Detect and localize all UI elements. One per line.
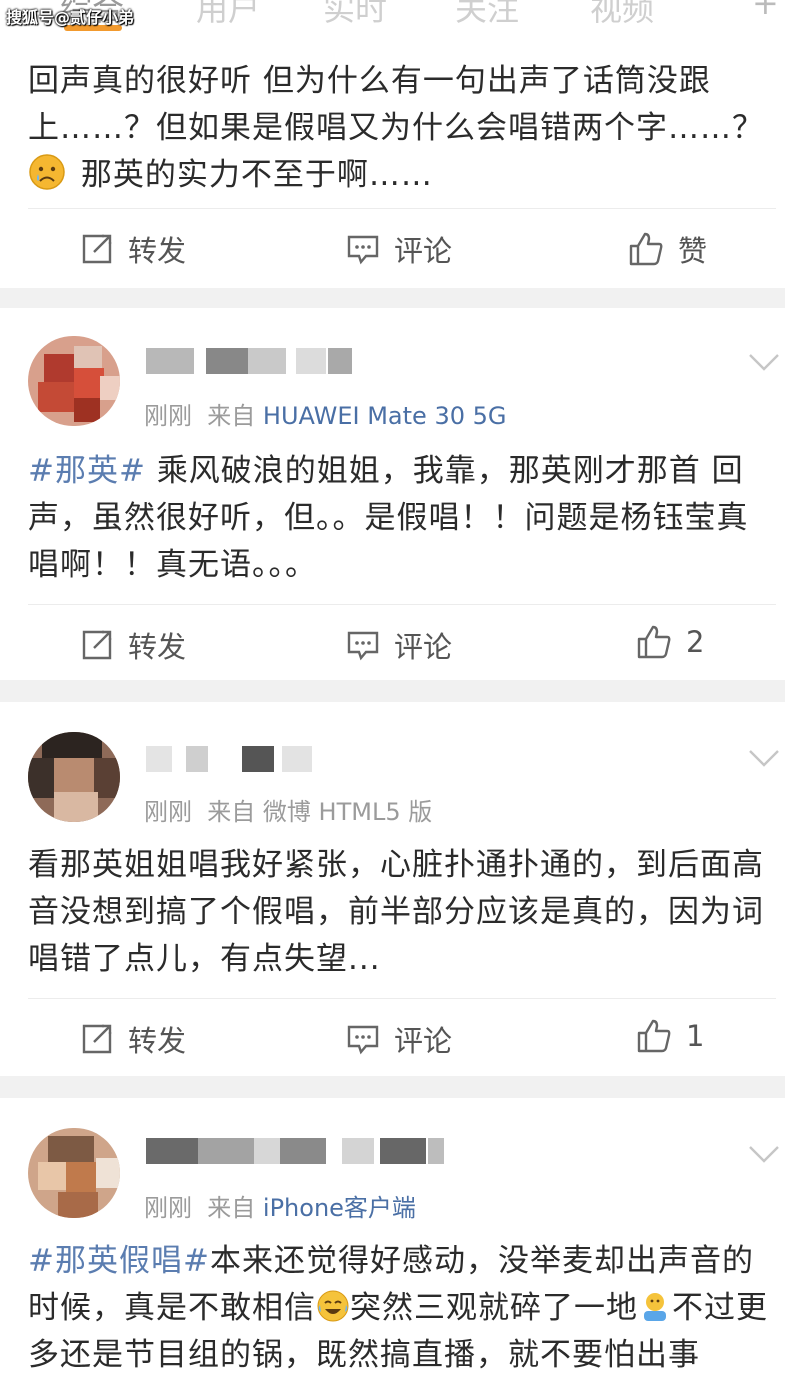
watermark: 搜狐号@贰仔小弟 xyxy=(6,8,135,27)
post-source: 微博 HTML5 版 xyxy=(262,798,433,826)
comment-button[interactable]: 评论 xyxy=(346,228,452,270)
like-button[interactable]: 1 xyxy=(636,1018,704,1054)
username-blurred[interactable] xyxy=(146,746,326,772)
post-time: 刚刚 xyxy=(144,798,192,826)
post-card-2: 刚刚 来自 HUAWEI Mate 30 5G #那英# 乘风破浪的姐姐，我靠，… xyxy=(0,308,785,680)
post-text: #那英假唱#本来还觉得好感动，没举麦却出声音的时候，真是不敢相信 突然三观就碎了… xyxy=(28,1243,768,1373)
source-prefix: 来自 xyxy=(207,402,256,430)
hashtag-link[interactable]: #那英假唱# xyxy=(28,1243,210,1279)
chevron-down-icon[interactable] xyxy=(748,1144,780,1164)
feed-separator xyxy=(0,1076,785,1098)
thumbs-up-icon xyxy=(637,625,671,659)
chevron-down-icon[interactable] xyxy=(748,352,780,372)
post-source: iPhone客户端 xyxy=(262,1194,416,1222)
post-card-1: 回声真的很好听 但为什么有一句出声了话筒没跟上……？但如果是假唱又为什么会唱错两… xyxy=(0,40,785,288)
source-prefix: 来自 xyxy=(207,798,256,826)
tab-following[interactable]: 关注 xyxy=(455,0,519,30)
post-meta: 刚刚 来自 HUAWEI Mate 30 5G xyxy=(144,396,506,431)
tab-users[interactable]: 用户 xyxy=(196,0,260,30)
like-count: 1 xyxy=(686,1019,705,1053)
chevron-down-icon[interactable] xyxy=(748,748,780,768)
comment-label: 评论 xyxy=(394,1024,453,1058)
repost-icon xyxy=(82,630,112,660)
post-text: #那英# 乘风破浪的姐姐，我靠，那英刚才那首 回声，虽然很好听，但。。是假唱！！… xyxy=(28,453,749,583)
avatar[interactable] xyxy=(28,732,120,822)
laughing-crying-emoji-icon xyxy=(316,1289,350,1323)
sad-face-emoji-icon xyxy=(28,153,66,191)
like-label: 赞 xyxy=(678,234,708,268)
hashtag-link[interactable]: #那英# xyxy=(28,453,146,489)
repost-label: 转发 xyxy=(128,1024,187,1058)
feed-separator xyxy=(0,680,785,702)
comment-button[interactable]: 评论 xyxy=(346,624,452,666)
comment-icon xyxy=(347,631,379,661)
repost-button[interactable]: 转发 xyxy=(80,1018,186,1060)
like-button[interactable]: 赞 xyxy=(628,228,707,270)
source-prefix: 来自 xyxy=(207,1194,256,1222)
username-blurred[interactable] xyxy=(146,1138,446,1164)
username-blurred[interactable] xyxy=(146,348,356,374)
post-card-4: 刚刚 来自 iPhone客户端 #那英假唱#本来还觉得好感动，没举麦却出声音的时… xyxy=(0,1098,785,1376)
post-card-3: 刚刚 来自 微博 HTML5 版 看那英姐姐唱我好紧张，心脏扑通扑通的，到后面高… xyxy=(0,702,785,1076)
post-meta: 刚刚 来自 微博 HTML5 版 xyxy=(144,792,432,827)
repost-label: 转发 xyxy=(128,630,187,664)
post-time: 刚刚 xyxy=(144,402,192,430)
thumbs-up-icon xyxy=(637,1019,671,1053)
repost-button[interactable]: 转发 xyxy=(80,228,186,270)
shrug-emoji-icon xyxy=(638,1289,672,1323)
repost-icon xyxy=(82,234,112,264)
thumbs-up-icon xyxy=(629,232,663,266)
repost-label: 转发 xyxy=(128,234,187,268)
tab-realtime[interactable]: 实时 xyxy=(323,0,387,30)
comment-button[interactable]: 评论 xyxy=(346,1018,452,1060)
repost-icon xyxy=(82,1024,112,1054)
comment-label: 评论 xyxy=(394,630,453,664)
comment-icon xyxy=(347,235,379,265)
repost-button[interactable]: 转发 xyxy=(80,624,186,666)
avatar[interactable] xyxy=(28,336,120,426)
like-button[interactable]: 2 xyxy=(636,624,704,660)
post-source: HUAWEI Mate 30 5G xyxy=(262,402,507,430)
post-text: 回声真的很好听 但为什么有一句出声了话筒没跟上……？但如果是假唱又为什么会唱错两… xyxy=(28,63,764,193)
post-text: 看那英姐姐唱我好紧张，心脏扑通扑通的，到后面高音没想到搞了个假唱，前半部分应该是… xyxy=(28,847,764,977)
avatar[interactable] xyxy=(28,1128,120,1218)
post-meta: 刚刚 来自 iPhone客户端 xyxy=(144,1188,416,1223)
feed-separator xyxy=(0,288,785,308)
more-icon[interactable]: + xyxy=(752,0,779,22)
post-time: 刚刚 xyxy=(144,1194,192,1222)
tab-video[interactable]: 视频 xyxy=(590,0,654,30)
like-count: 2 xyxy=(686,625,705,659)
comment-label: 评论 xyxy=(394,234,453,268)
comment-icon xyxy=(347,1025,379,1055)
